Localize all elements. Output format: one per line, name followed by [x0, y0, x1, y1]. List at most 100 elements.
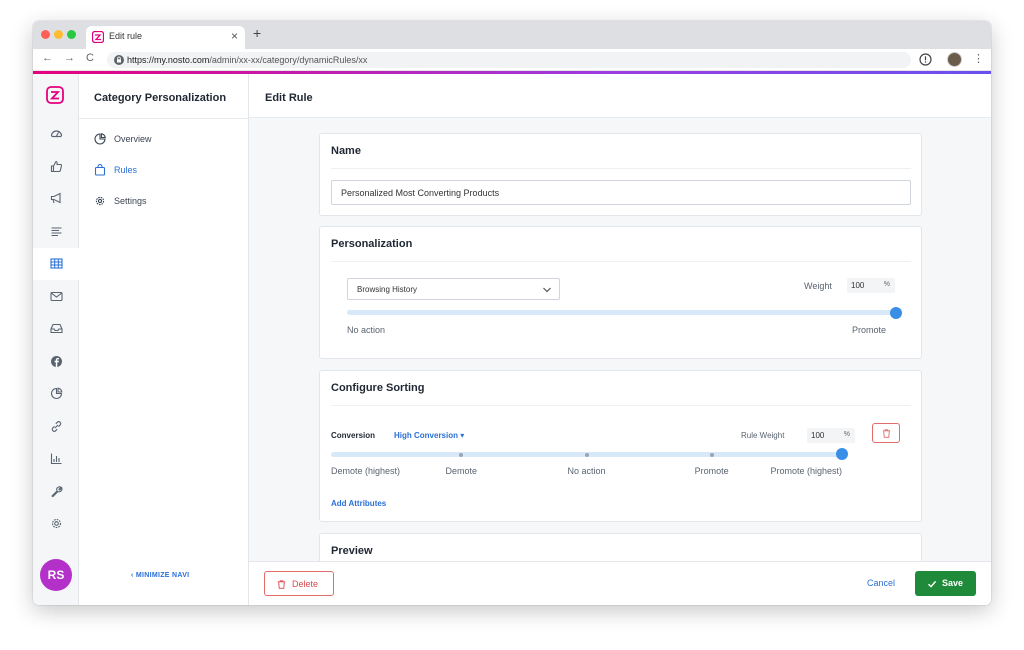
name-card-title: Name [331, 145, 361, 157]
rail-item-link[interactable] [33, 411, 79, 443]
back-button[interactable]: ← [42, 52, 53, 64]
browser-tab-edit-rule[interactable]: Edit rule × [86, 26, 245, 49]
rail-item-bar-chart[interactable] [33, 443, 79, 475]
tab-title: Edit rule [109, 31, 143, 41]
browser-tab-bar: Edit rule × + [33, 21, 991, 49]
nosto-logo-icon[interactable] [46, 86, 64, 104]
delete-attribute-button[interactable] [872, 423, 900, 443]
subnav-title: Category Personalization [94, 92, 227, 104]
user-avatar[interactable]: RS [40, 559, 72, 591]
page: Edit rule × + ← → C https://my.nosto.com… [0, 0, 1024, 650]
rail-item-list[interactable] [33, 216, 79, 248]
delete-button-label: Delete [292, 579, 319, 589]
cancel-button[interactable]: Cancel [867, 578, 895, 588]
weight-unit: % [883, 281, 890, 288]
caret-down-icon: ▾ [460, 431, 465, 440]
wrench-icon [51, 485, 63, 497]
rail-item-grid[interactable] [33, 248, 79, 280]
main-header: Edit Rule [249, 74, 991, 118]
name-card: Name [319, 133, 922, 216]
save-button[interactable]: Save [915, 571, 976, 596]
sorting-card-title: Configure Sorting [331, 382, 425, 394]
close-window-button[interactable] [41, 30, 50, 39]
add-attributes-link[interactable]: Add Attributes [331, 499, 386, 508]
browser-window: Edit rule × + ← → C https://my.nosto.com… [33, 21, 991, 605]
mail-icon [50, 291, 63, 301]
slider-tick [584, 453, 589, 457]
trash-icon [882, 429, 891, 438]
new-tab-button[interactable]: + [253, 25, 261, 41]
subnav-item-label: Rules [114, 165, 138, 175]
icon-rail: RS [33, 74, 79, 605]
card-divider [331, 168, 911, 169]
slider-max-label: Promote [852, 325, 887, 335]
forward-button[interactable]: → [64, 52, 75, 64]
link-icon [51, 420, 62, 432]
reload-button[interactable]: C [86, 52, 94, 64]
info-icon[interactable] [919, 53, 932, 66]
personalization-card: Personalization Browsing History Weight … [319, 226, 922, 359]
dashboard-icon [50, 130, 63, 138]
grid-icon [50, 258, 63, 269]
pie-chart-icon [50, 387, 63, 400]
weight-value: 100 [851, 281, 865, 290]
tab-close-icon[interactable]: × [231, 29, 238, 43]
rule-weight-value: 100 [811, 431, 825, 440]
app: RS Category Personalization Overview Rul… [33, 74, 991, 605]
rail-item-megaphone[interactable] [33, 183, 79, 215]
url-path: /admin/xx-xx/category/dynamicRules/xx [209, 55, 368, 65]
personalization-select[interactable]: Browsing History [347, 278, 560, 300]
minimize-window-button[interactable] [54, 30, 63, 39]
slider-stop-label: Demote [445, 466, 478, 476]
preview-card-title: Preview [331, 545, 373, 557]
action-footer: Delete Cancel Save [249, 561, 991, 605]
url-field[interactable]: https://my.nosto.com/admin/xx-xx/categor… [107, 52, 911, 68]
sorting-attribute-dropdown[interactable]: High Conversion ▾ [394, 431, 464, 440]
megaphone-icon [50, 192, 61, 204]
page-title: Edit Rule [265, 92, 313, 104]
personalization-card-title: Personalization [331, 238, 413, 250]
sorting-slider-handle[interactable] [836, 448, 848, 460]
rule-weight-unit: % [843, 431, 850, 438]
delete-button[interactable]: Delete [264, 571, 334, 596]
slider-stop-label: Demote (highest) [331, 466, 401, 476]
main-content: Edit Rule Name Personalization Browsing … [249, 74, 991, 605]
maximize-window-button[interactable] [67, 30, 76, 39]
rail-item-inbox[interactable] [33, 313, 79, 345]
list-icon [51, 226, 62, 236]
profile-avatar-icon[interactable] [947, 52, 962, 67]
bag-icon [94, 164, 106, 176]
url-host: https://my.nosto.com [127, 55, 210, 65]
rail-item-mail[interactable] [33, 281, 79, 313]
slider-tick [709, 453, 714, 457]
browser-address-bar: ← → C https://my.nosto.com/admin/xx-xx/c… [33, 49, 991, 71]
browser-menu-icon[interactable]: ⋮ [973, 52, 984, 65]
personalization-slider-track[interactable] [347, 310, 896, 315]
rail-item-gear[interactable] [33, 508, 79, 540]
rail-item-facebook[interactable] [33, 346, 79, 378]
subnav-divider [79, 118, 249, 119]
slider-stop-label: Promote [694, 466, 729, 476]
rule-weight-field[interactable]: 100 % [807, 428, 855, 443]
inbox-icon [50, 323, 63, 334]
rail-item-pie-chart[interactable] [33, 378, 79, 410]
rail-item-dashboard[interactable] [33, 118, 79, 150]
chevron-down-icon [543, 287, 551, 293]
save-button-label: Save [942, 578, 964, 588]
sorting-attribute-label: Conversion [331, 431, 376, 440]
rule-name-input[interactable] [331, 180, 911, 205]
gear-icon [95, 196, 105, 206]
weight-field[interactable]: 100 % [847, 278, 895, 293]
personalization-slider-handle[interactable] [890, 307, 902, 319]
weight-label: Weight [804, 281, 832, 291]
subnav-item-label: Overview [114, 134, 152, 144]
url-text: https://my.nosto.com/admin/xx-xx/categor… [127, 55, 367, 65]
nosto-logo-icon [92, 31, 104, 43]
minimize-navi-link[interactable]: ‹ MINIMIZE NAVI [131, 572, 189, 579]
facebook-icon [51, 355, 62, 367]
lock-icon [114, 55, 124, 65]
card-divider [331, 261, 911, 262]
check-icon [928, 580, 937, 588]
rail-item-thumbs-up[interactable] [33, 151, 79, 183]
rail-item-wrench[interactable] [33, 476, 79, 508]
